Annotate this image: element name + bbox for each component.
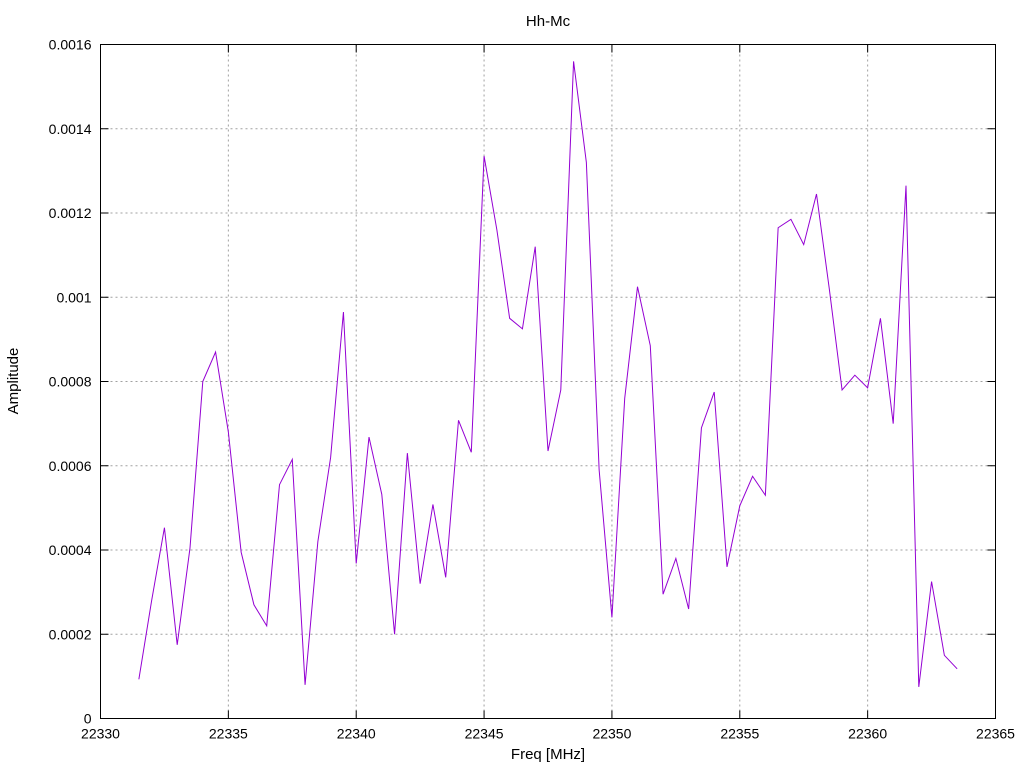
x-tick-label: 22350 [592,726,631,742]
series-layer [138,61,958,687]
series-line [138,61,958,687]
y-axis-label: Amplitude [5,348,22,415]
x-tick-label: 22345 [465,726,504,742]
y-tick-label: 0.0014 [49,121,92,137]
y-tick-label: 0.0002 [49,626,92,642]
y-tick-label: 0.001 [56,289,91,305]
y-tick-label: 0.0016 [49,37,92,53]
x-tick-label: 22330 [81,726,120,742]
y-tick-label: 0.0008 [49,374,92,390]
x-tick-label: 22340 [337,726,376,742]
y-tick-label: 0.0004 [49,542,92,558]
x-tick-label: 22355 [720,726,759,742]
x-tick-label: 22365 [976,726,1015,742]
chart-container: 22330 22335 22340 22345 22350 22355 22360 22365… [0,0,1024,768]
y-tick-label: 0.0012 [49,205,92,221]
x-tick-label: 22335 [209,726,248,742]
chart-title: Hh-Mc [526,13,571,30]
x-tick-label: 22360 [848,726,887,742]
x-axis-label: Freq [MHz] [511,746,585,763]
tick-layer: 22330 22335 22340 22345 22350 22355 22360 22365… [49,37,1016,742]
y-tick-label: 0.0006 [49,458,92,474]
y-tick-label: 0 [84,711,92,727]
line-chart: 22330 22335 22340 22345 22350 22355 22360 22365… [5,13,1016,763]
